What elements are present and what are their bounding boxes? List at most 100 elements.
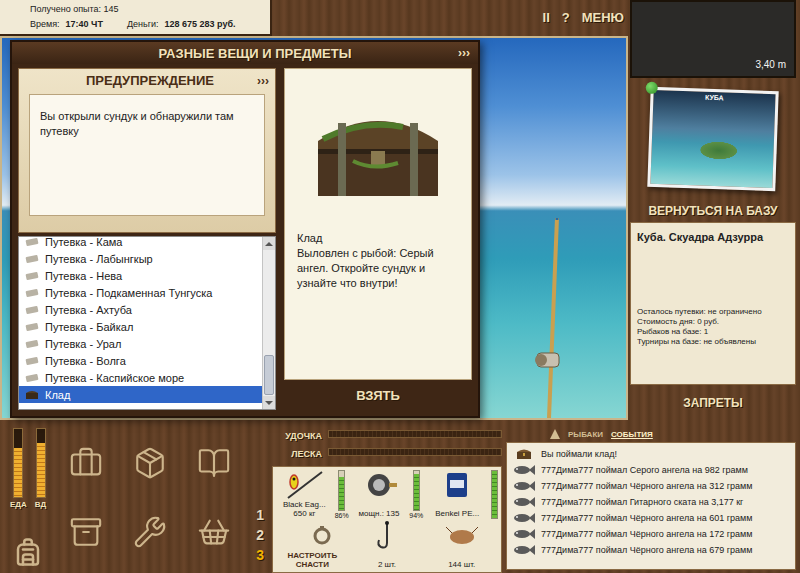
ticket-icon	[25, 271, 39, 281]
ticket-icon	[25, 254, 39, 264]
backpack-icon[interactable]	[13, 537, 43, 567]
inventory: ЕДА ВД 1 2 3	[0, 420, 272, 573]
fish-icon	[513, 528, 535, 540]
return-to-base-button[interactable]: ВЕРНУТЬСЯ НА БАЗУ	[630, 200, 796, 222]
tackle-set-button[interactable]: 2	[254, 527, 266, 543]
need-meter: ВД	[35, 428, 46, 509]
ticket-icon	[25, 305, 39, 315]
play-column: Получено опыта: 145Время:17:40 ЧТДеньги:…	[0, 0, 630, 420]
wear-meter: 94%	[409, 470, 423, 518]
line-spool-icon	[437, 470, 477, 500]
event-row: 777Дима777 поймал Чёрного ангела на 601 …	[513, 510, 789, 525]
event-row: 777Дима777 поймал Серого ангела на 982 г…	[513, 462, 789, 477]
tackle-slot[interactable]: 2 шт.	[351, 521, 424, 569]
item-row[interactable]: Путевка - Кама	[19, 236, 262, 250]
warning-panel: ПРЕДУПРЕЖДЕНИЕ›››Вы открыли сундук и обн…	[18, 68, 276, 233]
event-row: 777Дима777 поймал Чёрного ангела на 312 …	[513, 478, 789, 493]
bans-button[interactable]: ЗАПРЕТЫ	[683, 392, 743, 414]
fishing-rod-icon	[527, 218, 577, 418]
bait-icon	[442, 521, 482, 551]
ticket-icon	[25, 237, 39, 247]
needs: ЕДА ВД	[10, 428, 46, 509]
pin-icon	[646, 82, 658, 94]
item-detail: КладВыловлен с рыбой: Серый ангел. Откро…	[284, 68, 472, 380]
log-tab[interactable]: РЫБАКИ	[568, 430, 603, 439]
depth-display: 3,40 m	[630, 0, 796, 78]
toolbar-button[interactable]: II	[543, 6, 550, 28]
expand-button[interactable]: ›››	[257, 74, 269, 88]
tackle-set-button[interactable]: 3	[254, 547, 266, 563]
item-row[interactable]: Путевка - Байкал	[19, 318, 262, 335]
ticket-icon	[25, 356, 39, 366]
event-row: Вы поймали клад!	[513, 446, 789, 461]
expand-button[interactable]: ›››	[458, 46, 470, 60]
time-money: Время:17:40 ЧТДеньги:128 675 283 руб.	[30, 19, 260, 29]
item-row[interactable]: Путевка - Лабынгкыр	[19, 250, 262, 267]
rod-icon	[284, 470, 324, 500]
storage-icon[interactable]	[69, 515, 103, 549]
setup-icon	[292, 521, 332, 551]
base-map-card[interactable]: КУБА	[647, 87, 778, 191]
base-fact: Осталось путевки: не ограничено	[637, 307, 789, 316]
item-row[interactable]: Путевка - Нева	[19, 267, 262, 284]
triangle-icon	[550, 429, 560, 439]
items-left-pane: ПРЕДУПРЕЖДЕНИЕ›››Вы открыли сундук и обн…	[18, 68, 276, 410]
tackle-slot[interactable]: Black Eag...650 кг86%	[276, 470, 349, 518]
events-panel: Вы поймали клад!777Дима777 поймал Серого…	[506, 442, 796, 570]
tools-icon[interactable]	[133, 515, 167, 549]
fish-icon	[513, 512, 535, 524]
ticket-icon	[25, 339, 39, 349]
event-row: 777Дима777 поймал Гитарного ската на 3,1…	[513, 494, 789, 509]
item-row[interactable]: Путевка - Ахтуба	[19, 301, 262, 318]
ticket-icon	[25, 322, 39, 332]
base-info: Куба. Скуадра АдзурраОсталось путевки: н…	[630, 222, 796, 385]
event-row: 777Дима777 поймал Чёрного ангела на 679 …	[513, 542, 789, 557]
player-info: Получено опыта: 145Время:17:40 ЧТДеньги:…	[0, 0, 272, 36]
toolbar-button[interactable]: ?	[562, 6, 570, 28]
tackle-slot[interactable]: Benkei PE...	[425, 470, 498, 518]
tackle-slot[interactable]: мощн.: 13594%	[351, 470, 424, 518]
items-window: РАЗНЫЕ ВЕЩИ И ПРЕДМЕТЫ››› ПРЕДУПРЕЖДЕНИЕ›…	[10, 40, 480, 418]
fish-basket-icon[interactable]	[197, 515, 231, 549]
log-tab[interactable]: СОБЫТИЯ	[611, 430, 653, 439]
take-button[interactable]: ВЗЯТЬ	[346, 386, 410, 405]
base-fact: Рыбаков на базе: 1	[637, 327, 789, 336]
bottom-area: ЕДА ВД 1 2 3 УДОЧКА ЛЕСКА Black Eag...650 кг86%…	[0, 420, 800, 573]
scroll-thumb[interactable]	[264, 355, 274, 395]
tension-meter: ЛЕСКА	[272, 445, 502, 461]
toolbar-button[interactable]: МЕНЮ	[582, 6, 624, 28]
scrollbar[interactable]	[262, 237, 275, 409]
chest-icon	[513, 448, 535, 460]
base-fact: Стоимость дня: 0 руб.	[637, 317, 789, 326]
item-list-rows: Путевка - КамаПутевка - ЛабынгкырПутевка…	[19, 237, 262, 409]
window-header: РАЗНЫЕ ВЕЩИ И ПРЕДМЕТЫ›››	[12, 42, 478, 64]
wear-meter: 86%	[335, 470, 349, 518]
scroll-up-icon[interactable]	[263, 237, 275, 250]
item-row[interactable]: Путевка - Урал	[19, 335, 262, 352]
tackle-set-button[interactable]: 1	[254, 507, 266, 523]
toolbar: II? МЕНЮ	[543, 0, 630, 28]
item-row[interactable]: Клад	[19, 386, 262, 403]
need-meter: ЕДА	[10, 428, 27, 509]
top-area: Получено опыта: 145Время:17:40 ЧТДеньги:…	[0, 0, 800, 420]
tackle-slot[interactable]: 144 шт.	[425, 521, 498, 569]
item-list: Путевка - КамаПутевка - ЛабынгкырПутевка…	[18, 236, 276, 410]
item-row[interactable]: Путевка - Каспийское море	[19, 369, 262, 386]
inventory-grid	[54, 428, 246, 567]
item-row[interactable]: Путевка - Волга	[19, 352, 262, 369]
tension-meter: УДОЧКА	[272, 426, 502, 442]
tackle-box-icon[interactable]	[69, 446, 103, 480]
hook-icon	[367, 521, 407, 551]
scroll-down-icon[interactable]	[263, 396, 275, 409]
window-body: ПРЕДУПРЕЖДЕНИЕ›››Вы открыли сундук и обн…	[12, 64, 478, 416]
reel-icon	[359, 470, 399, 500]
tackle-slot[interactable]: НАСТРОИТЬ СНАСТИ	[276, 521, 349, 569]
tackle-column: УДОЧКА ЛЕСКА Black Eag...650 кг86%мощн.: 1…	[272, 420, 502, 573]
treasure-chest-icon	[303, 101, 453, 201]
journal-icon[interactable]	[197, 446, 231, 480]
warning-message: Вы открыли сундук и обнаружили там путев…	[29, 94, 265, 216]
item-detail-pane: КладВыловлен с рыбой: Серый ангел. Откро…	[284, 68, 472, 410]
ticket-icon	[25, 373, 39, 383]
item-row[interactable]: Путевка - Подкаменная Тунгуска	[19, 284, 262, 301]
lure-box-icon[interactable]	[133, 446, 167, 480]
